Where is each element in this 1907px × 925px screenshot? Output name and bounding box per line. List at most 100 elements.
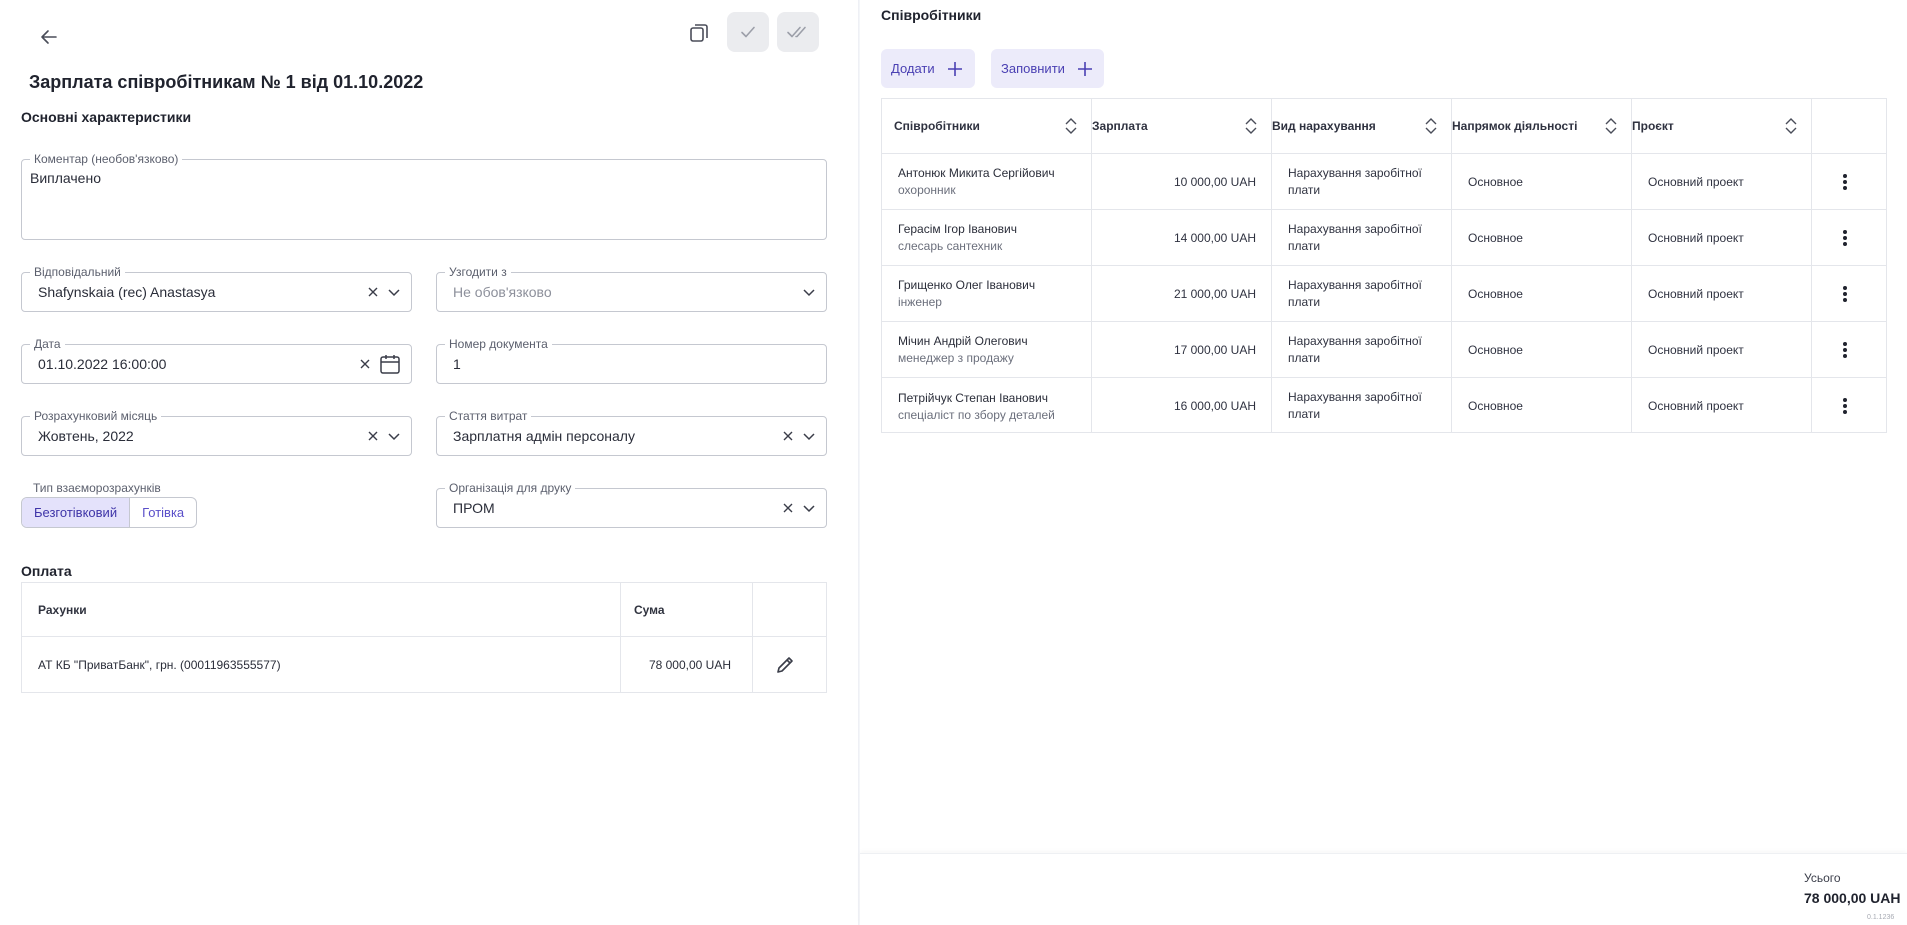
sort-icon[interactable] [1784, 99, 1798, 153]
copy-icon [690, 24, 708, 42]
back-button[interactable] [30, 18, 68, 56]
employee-name: Герасім Ігор Іванович [898, 222, 1017, 236]
row-menu-button[interactable] [1842, 322, 1848, 377]
kind-cell: Нарахування заробітної плати [1288, 221, 1422, 253]
account-cell: АТ КБ "ПриватБанк", грн. (00011963555577… [38, 658, 281, 672]
chevron-down-icon[interactable] [802, 429, 816, 443]
direction-cell: Основное [1468, 399, 1523, 413]
column-direction: Напрямок діяльності [1452, 119, 1578, 133]
responsible-field[interactable]: Відповідальний Shafynskaia (rec) Anastas… [21, 264, 412, 312]
expense-field[interactable]: Стаття витрат Зарплатня адмін персоналу [436, 408, 827, 456]
add-button-label: Додати [891, 61, 935, 76]
salary-cell: 10 000,00 UAH [1173, 174, 1256, 189]
sort-icon[interactable] [1424, 99, 1438, 153]
month-value: Жовтень, 2022 [38, 428, 134, 444]
row-menu-button[interactable] [1842, 154, 1848, 209]
month-field[interactable]: Розрахунковий місяць Жовтень, 2022 [21, 408, 412, 456]
org-print-value: ПРОМ [453, 500, 495, 516]
project-cell: Основний проект [1648, 286, 1744, 301]
project-cell: Основний проект [1648, 230, 1744, 245]
pencil-icon [777, 657, 793, 673]
double-check-icon [787, 26, 806, 38]
employee-position: інженер [898, 295, 942, 309]
kind-cell: Нарахування заробітної плати [1288, 165, 1422, 197]
employee-position: слесарь сантехник [898, 239, 1003, 253]
more-vertical-icon [1843, 398, 1847, 414]
sort-icon[interactable] [1244, 99, 1258, 153]
payment-table: Рахунки Сума АТ КБ "ПриватБанк", грн. (0… [21, 582, 827, 693]
version-label: 0.1.1236 [1867, 914, 1895, 921]
row-menu-button[interactable] [1842, 266, 1848, 321]
clear-icon[interactable] [782, 430, 794, 442]
section-title-payment: Оплата [21, 563, 72, 579]
responsible-value: Shafynskaia (rec) Anastasya [38, 284, 216, 300]
sort-icon[interactable] [1604, 99, 1618, 153]
table-row[interactable]: Петрійчук Степан Іванович спеціаліст по … [882, 378, 1886, 434]
comment-field[interactable]: Коментар (необов'язково) Виплачено [21, 151, 827, 240]
employee-name: Антонюк Микита Сергійович [898, 166, 1055, 180]
doc-number-value: 1 [453, 356, 461, 372]
document-panel: Зарплата співробітникам № 1 від 01.10.20… [0, 0, 858, 925]
toggle-cash[interactable]: Готівка [130, 498, 196, 527]
direction-cell: Основное [1468, 342, 1523, 357]
salary-cell: 21 000,00 UAH [1173, 286, 1256, 301]
kind-cell: Нарахування заробітної плати [1288, 333, 1422, 365]
clear-icon[interactable] [367, 286, 379, 298]
add-button[interactable]: Додати [881, 49, 975, 88]
date-field[interactable]: Дата 01.10.2022 16:00:00 [21, 336, 412, 384]
employees-table: Співробітники Зарплата Вид нарахування Н… [881, 98, 1887, 433]
copy-button[interactable] [680, 14, 718, 52]
clear-icon[interactable] [359, 358, 371, 370]
column-employees: Співробітники [894, 119, 980, 133]
table-row[interactable]: Мічин Андрій Олегович менеджер з продажу… [882, 322, 1886, 378]
clear-icon[interactable] [367, 430, 379, 442]
save-button[interactable] [727, 12, 769, 52]
kind-cell: Нарахування заробітної плати [1288, 277, 1422, 309]
column-sum: Сума [634, 602, 665, 617]
fill-button-label: Заповнити [1001, 61, 1065, 76]
more-vertical-icon [1843, 173, 1847, 190]
section-title-main: Основні характеристики [21, 109, 192, 125]
chevron-down-icon[interactable] [387, 429, 401, 443]
org-print-field[interactable]: Організація для друку ПРОМ [436, 480, 827, 528]
expense-value: Зарплатня адмін персоналу [453, 428, 635, 444]
project-cell: Основний проект [1648, 342, 1744, 357]
clear-icon[interactable] [782, 502, 794, 514]
doc-number-label: Номер документа [445, 336, 552, 352]
plus-icon [1077, 61, 1092, 76]
page-title: Зарплата співробітникам № 1 від 01.10.20… [29, 72, 424, 92]
amount-cell: 78 000,00 UAH [648, 658, 731, 672]
toggle-cashless[interactable]: Безготівковий [22, 498, 131, 527]
project-cell: Основний проект [1648, 174, 1744, 189]
column-project: Проєкт [1632, 119, 1674, 133]
chevron-down-icon[interactable] [802, 285, 816, 299]
table-row: АТ КБ "ПриватБанк", грн. (00011963555577… [22, 637, 826, 693]
fill-button[interactable]: Заповнити [991, 49, 1104, 88]
salary-cell: 14 000,00 UAH [1173, 230, 1256, 245]
table-row[interactable]: Грищенко Олег Іванович інженер 21 000,00… [882, 266, 1886, 322]
chevron-down-icon[interactable] [802, 501, 816, 515]
salary-cell: 16 000,00 UAH [1173, 399, 1256, 413]
edit-button[interactable] [774, 637, 796, 693]
chevron-down-icon[interactable] [387, 285, 401, 299]
sort-icon[interactable] [1064, 99, 1078, 153]
post-button[interactable] [777, 12, 819, 52]
more-vertical-icon [1843, 341, 1847, 358]
row-menu-button[interactable] [1842, 378, 1848, 434]
total-label: Усього [1804, 871, 1841, 885]
table-row[interactable]: Герасім Ігор Іванович слесарь сантехник … [882, 210, 1886, 266]
footer-bar [860, 853, 1907, 925]
table-row[interactable]: Антонюк Микита Сергійович охоронник 10 0… [882, 154, 1886, 210]
total-value: 78 000,00 UAH [1804, 890, 1901, 906]
approve-field[interactable]: Узгодити з Не обов'язково [436, 264, 827, 312]
check-icon [741, 26, 755, 38]
plus-icon [947, 61, 962, 76]
column-accounts: Рахунки [38, 602, 87, 617]
employees-title: Співробітники [881, 7, 982, 23]
calendar-icon[interactable] [379, 353, 401, 375]
kind-cell: Нарахування заробітної плати [1288, 390, 1422, 421]
employee-position: охоронник [898, 183, 956, 197]
employee-position: менеджер з продажу [898, 351, 1014, 365]
doc-number-field[interactable]: Номер документа 1 [436, 336, 827, 384]
row-menu-button[interactable] [1842, 210, 1848, 265]
